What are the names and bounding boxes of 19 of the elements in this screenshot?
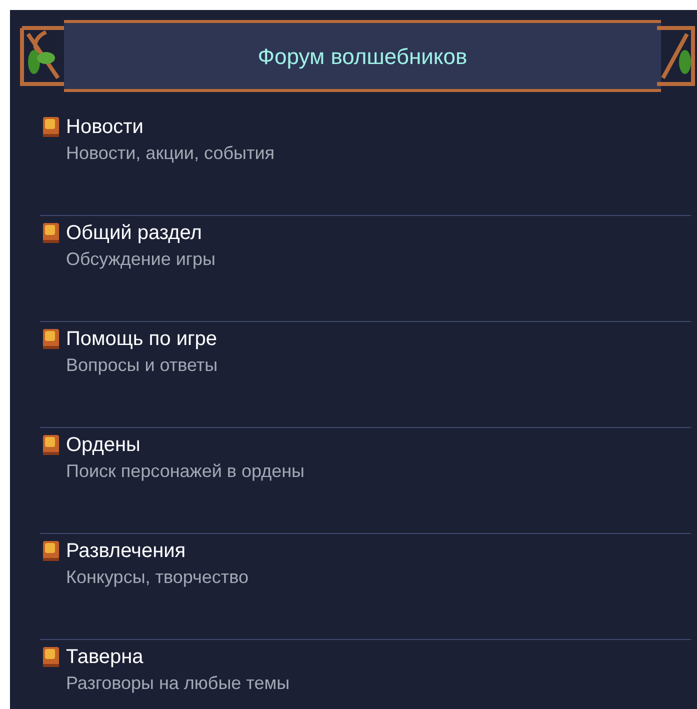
- section-link[interactable]: Новости: [66, 114, 274, 140]
- section-description: Конкурсы, творчество: [66, 566, 248, 589]
- book-icon: [40, 539, 62, 563]
- section-link[interactable]: Помощь по игре: [66, 326, 218, 352]
- section-description: Разговоры на любые темы: [66, 672, 290, 695]
- book-icon: [40, 433, 62, 457]
- section-description: Вопросы и ответы: [66, 354, 218, 377]
- section-link[interactable]: Таверна: [66, 644, 290, 670]
- section-link[interactable]: Развлечения: [66, 538, 248, 564]
- section-description: Новости, акции, события: [66, 142, 274, 165]
- book-icon: [40, 221, 62, 245]
- book-icon: [40, 115, 62, 139]
- book-icon: [40, 645, 62, 669]
- forum-title: Форум волшебников: [258, 42, 468, 71]
- section-link[interactable]: Ордены: [66, 432, 304, 458]
- section-description: Поиск персонажей в ордены: [66, 460, 304, 483]
- section-link[interactable]: Общий раздел: [66, 220, 216, 246]
- book-icon: [40, 327, 62, 351]
- section-description: Обсуждение игры: [66, 248, 216, 271]
